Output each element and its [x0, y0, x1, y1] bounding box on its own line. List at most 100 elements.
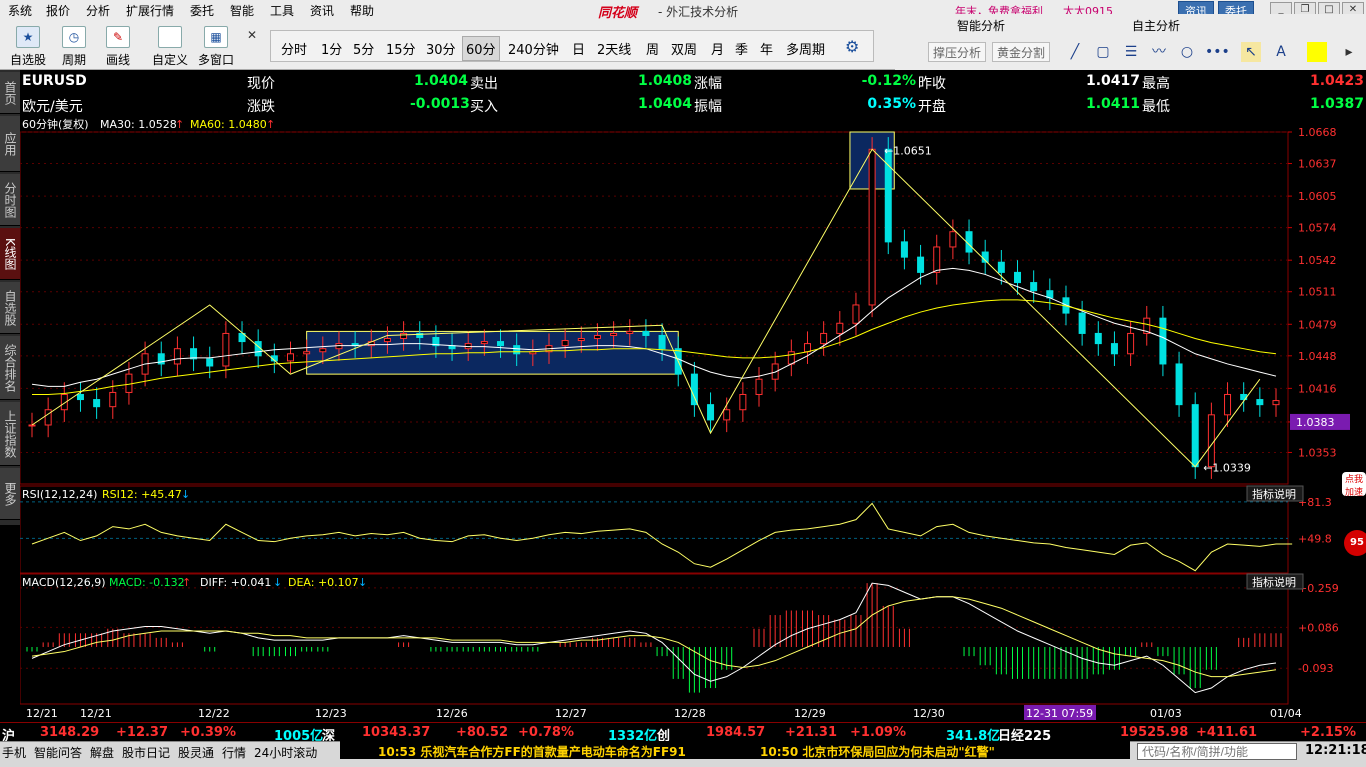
nav-kline[interactable]: K线图	[0, 228, 20, 280]
close-toolbar-icon[interactable]: ✕	[247, 28, 257, 42]
period-week[interactable]: 周	[646, 39, 659, 58]
nav-home[interactable]: 首页	[0, 72, 20, 114]
candle-body	[610, 332, 618, 336]
status-lingtong[interactable]: 股灵通	[178, 744, 214, 761]
menu-help[interactable]: 帮助	[350, 2, 374, 19]
nav-apps[interactable]: 应用	[0, 116, 20, 172]
drawn-range-box	[306, 330, 679, 375]
macd-indicator-help-label: 指标说明	[1252, 575, 1296, 589]
candle-body	[626, 330, 634, 334]
period-season[interactable]: 季	[735, 39, 748, 58]
scroll-right-icon[interactable]: ▸	[1339, 42, 1359, 62]
rsi-value: RSI12: +45.47	[102, 488, 182, 501]
status-analysis[interactable]: 解盘	[90, 744, 114, 761]
menu-extended-market[interactable]: 扩展行情	[126, 2, 174, 19]
text-tool-icon[interactable]: A	[1271, 42, 1291, 62]
tab-self-analysis[interactable]: 自主分析	[1132, 17, 1180, 34]
index-bar: 沪 3148.29 +12.37 +0.39% 1005亿 深 10343.37…	[0, 722, 1366, 744]
nav-timeshare[interactable]: 分时图	[0, 174, 20, 226]
period-biweek[interactable]: 双周	[671, 39, 697, 58]
status-diary[interactable]: 股市日记	[122, 744, 170, 761]
speed-up-label: 点我加速	[1344, 475, 1363, 498]
nav-sh-index[interactable]: 上证指数	[0, 402, 20, 466]
period-year[interactable]: 年	[760, 39, 773, 58]
cy-pct: +1.09%	[850, 725, 906, 740]
status-24h[interactable]: 24小时滚动	[254, 744, 317, 761]
period-month[interactable]: 月	[711, 39, 724, 58]
period-240min[interactable]: 240分钟	[508, 39, 559, 58]
value-change: -0.0013	[410, 96, 470, 112]
watchlist-button[interactable]: ★ 自选股	[8, 24, 48, 67]
rsi-legend: RSI(12,12,24)	[22, 488, 97, 501]
status-mobile[interactable]: 手机	[2, 744, 26, 761]
period-5min[interactable]: 5分	[353, 39, 374, 58]
period-1min[interactable]: 1分	[321, 39, 342, 58]
speed-up-badge[interactable]: 点我加速	[1342, 472, 1366, 498]
wave-tool-icon[interactable]: 〰	[1149, 42, 1169, 62]
candle-body	[497, 341, 505, 347]
rect-tool-icon[interactable]: ▢	[1093, 42, 1113, 62]
color-picker-icon[interactable]	[1307, 42, 1327, 62]
menu-system[interactable]: 系统	[8, 2, 32, 19]
cursor-tool-icon[interactable]: ↖	[1241, 42, 1261, 62]
macd-value: MACD: -0.132	[109, 576, 185, 589]
period-multi[interactable]: 多周期	[786, 39, 825, 58]
sz-value: 10343.37	[362, 725, 431, 740]
channel-tool-icon[interactable]: ☰	[1121, 42, 1141, 62]
nav-ranking[interactable]: 综合排名	[0, 336, 20, 400]
menu-analysis[interactable]: 分析	[86, 2, 110, 19]
symbol-name: 欧元/美元	[22, 99, 83, 115]
nav-watchlist[interactable]: 自选股	[0, 282, 20, 334]
menu-tools[interactable]: 工具	[270, 2, 294, 19]
period-timeshare[interactable]: 分时	[281, 39, 307, 58]
x-axis-label: 12/28	[674, 707, 706, 720]
tab-smart-analysis[interactable]: 智能分析	[957, 17, 1005, 34]
news-item-1[interactable]: 10:53 乐视汽车合作方FF的首款量产电动车命名为FF91	[378, 743, 686, 760]
kline-chart[interactable]: ←1.0651 ←1.0339 1.0668 1.0637 1.0605 1.0574 1…	[20, 118, 1366, 722]
diff-value: DIFF: +0.041	[200, 576, 271, 589]
main-y-tick-label: 1.0668	[1298, 126, 1337, 139]
quote-panel: EURUSD 欧元/美元 现价 涨跌 1.0404 -0.0013 卖出 买入 …	[20, 70, 1366, 118]
settings-gear-icon[interactable]: ⚙	[845, 37, 859, 56]
period-2day[interactable]: 2天线	[597, 39, 631, 58]
line-tool-icon[interactable]: ╱	[1065, 42, 1085, 62]
menu-smart[interactable]: 智能	[230, 2, 254, 19]
status-market[interactable]: 行情	[222, 744, 246, 761]
x-axis-label: 12/21	[80, 707, 112, 720]
candle-body	[206, 358, 214, 367]
circle-tool-icon[interactable]: ○	[1177, 42, 1197, 62]
pressure-support-button[interactable]: 撑压分析	[928, 42, 987, 62]
x-axis-label: 12-31 07:59	[1026, 707, 1093, 720]
custom-button[interactable]: 自定义	[150, 24, 190, 67]
candle-body	[1014, 271, 1022, 284]
speed-ball-value: 95	[1350, 537, 1364, 548]
menu-quote[interactable]: 报价	[46, 2, 70, 19]
rsi-tick-label: +49.8	[1298, 532, 1332, 545]
candle-body	[286, 353, 294, 362]
candle-body	[513, 345, 521, 355]
golden-section-button[interactable]: 黄金分割	[992, 42, 1051, 62]
candle-body	[1175, 363, 1183, 406]
dea-value: DEA: +0.107	[288, 576, 359, 589]
search-input[interactable]	[1137, 743, 1297, 760]
period-30min[interactable]: 30分	[426, 39, 456, 58]
value-buy: 1.0404	[637, 96, 692, 112]
candle-body	[1078, 312, 1086, 334]
speed-ball[interactable]: 95	[1344, 530, 1366, 556]
menu-order[interactable]: 委托	[190, 2, 214, 19]
menu-news[interactable]: 资讯	[310, 2, 334, 19]
candle-body	[593, 334, 601, 340]
period-15min[interactable]: 15分	[386, 39, 416, 58]
period-60min[interactable]: 60分	[462, 36, 500, 61]
nav-more[interactable]: 更多	[0, 468, 20, 520]
period-button[interactable]: ◷ 周期	[56, 24, 92, 67]
multi-window-button[interactable]: ▦ 多窗口	[196, 24, 236, 67]
period-day[interactable]: 日	[572, 39, 585, 58]
news-item-2[interactable]: 10:50 北京市环保局回应为何未启动"红警"	[760, 743, 995, 760]
draw-line-button[interactable]: ✎ 画线	[100, 24, 136, 67]
macd-tick-label: -0.093	[1298, 662, 1333, 675]
status-qa[interactable]: 智能问答	[34, 744, 82, 761]
candle-body	[480, 341, 488, 345]
candle-body	[1272, 400, 1280, 406]
more-tools-icon[interactable]: •••	[1205, 42, 1230, 62]
